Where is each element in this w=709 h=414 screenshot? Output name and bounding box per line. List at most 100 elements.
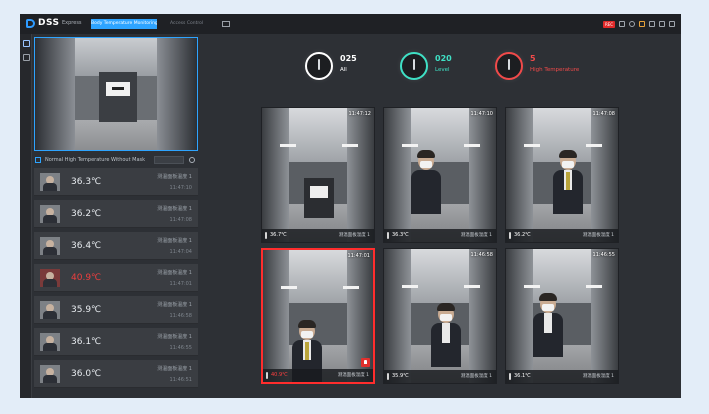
record-filter-bar: Normal High Temperature Without Mask	[33, 154, 199, 166]
thermometer-icon	[265, 232, 267, 239]
record-time: 11:47:10	[169, 185, 192, 191]
snapshot-time: 11:46:55	[592, 252, 615, 258]
maximize-icon[interactable]	[659, 21, 665, 27]
list-item[interactable]: 36.0℃ 测温面板温度 1 11:46:51	[34, 360, 198, 388]
record-device-name: 测温面板温度 1	[157, 206, 192, 212]
snapshot-time: 11:47:01	[347, 253, 370, 259]
minimize-icon[interactable]	[649, 21, 655, 27]
corridor-floor	[65, 120, 169, 150]
person-hair	[539, 293, 557, 301]
record-temperature: 36.2℃	[71, 209, 102, 219]
corridor-sign	[310, 186, 328, 198]
snapshot-device-name: 测温面板温度 1	[460, 233, 492, 238]
filter-checkbox[interactable]	[35, 157, 41, 163]
snapshot-footer: 36.2℃ 测温面板温度 1	[506, 229, 618, 242]
close-icon[interactable]	[669, 21, 675, 27]
ceiling-light	[342, 144, 358, 147]
snapshot-footer: 36.7℃ 测温面板温度 1	[262, 229, 374, 242]
record-temperature: 36.3℃	[71, 177, 102, 187]
live-preview[interactable]	[34, 37, 198, 151]
ceiling-light	[280, 144, 296, 147]
user-icon[interactable]	[619, 21, 625, 27]
thermometer-icon	[387, 373, 389, 380]
apps-grid-icon[interactable]	[222, 21, 230, 27]
camera-snapshot[interactable]: 11:47:10 36.3℃ 测温面板温度 1	[383, 107, 497, 243]
list-item[interactable]: 36.1℃ 测温面板温度 1 11:46:55	[34, 328, 198, 356]
thermometer-icon	[387, 232, 389, 239]
alarm-icon[interactable]	[361, 358, 370, 367]
snapshot-time: 11:46:58	[470, 252, 493, 258]
camera-snapshot[interactable]: 11:46:58 35.9℃ 测温面板温度 1	[383, 248, 497, 384]
app-logo: DSS Express	[26, 18, 86, 30]
thermometer-gauge-icon	[305, 52, 333, 80]
thermometer-icon	[509, 232, 511, 239]
snapshot-footer: 36.3℃ 测温面板温度 1	[384, 229, 496, 242]
tab-temperature-monitoring[interactable]: Body Temperature Monitoring	[91, 19, 157, 29]
thermometer-gauge-icon	[400, 52, 428, 80]
tab-access-control[interactable]: Access Control	[170, 19, 222, 29]
left-panel: Normal High Temperature Without Mask 36.…	[33, 34, 199, 398]
ceiling-light	[524, 144, 540, 147]
camera-snapshot[interactable]: 11:47:08 36.2℃ 测温面板温度 1	[505, 107, 619, 243]
recording-badge[interactable]: REC	[603, 20, 615, 28]
face-snapshot	[40, 173, 60, 191]
snapshot-device-name: 测温面板温度 1	[338, 233, 370, 238]
person-tie	[566, 172, 570, 190]
logo-icon	[26, 19, 35, 28]
record-device-name: 测温面板温度 1	[157, 366, 192, 372]
filter-label[interactable]: Normal High Temperature Without Mask	[45, 157, 145, 163]
stat-value: 025	[340, 54, 357, 63]
face-snapshot	[40, 237, 60, 255]
face-snapshot	[40, 269, 60, 287]
corridor-wall-left	[35, 38, 75, 150]
person-mask	[562, 161, 574, 168]
snapshot-wall-right	[347, 108, 374, 242]
title-bar-actions: REC	[603, 19, 675, 29]
person-mask	[440, 314, 452, 321]
person-mask	[542, 304, 554, 311]
record-device-name: 测温面板温度 1	[157, 270, 192, 276]
snapshot-wall-left	[384, 108, 411, 242]
filter-dropdown[interactable]	[154, 156, 184, 164]
snapshot-temperature: 36.1℃	[514, 373, 531, 379]
main-area: 025 All 020 Level 5 High Temperature 11:47:12…	[200, 34, 681, 398]
nav-records-icon[interactable]	[23, 54, 30, 61]
snapshot-wall-left	[263, 250, 290, 382]
snapshot-temperature: 36.7℃	[270, 232, 287, 238]
list-item[interactable]: 35.9℃ 测温面板温度 1 11:46:58	[34, 296, 198, 324]
camera-snapshot[interactable]: 11:47:12 36.7℃ 测温面板温度 1	[261, 107, 375, 243]
record-device-name: 测温面板温度 1	[157, 302, 192, 308]
snapshot-temperature: 36.2℃	[514, 232, 531, 238]
list-item[interactable]: 40.9℃ 测温面板温度 1 11:47:01	[34, 264, 198, 292]
snapshot-time: 11:47:12	[348, 111, 371, 117]
thermometer-gauge-icon	[495, 52, 523, 80]
stat-value: 5	[530, 54, 536, 63]
face-snapshot	[40, 301, 60, 319]
list-item[interactable]: 36.3℃ 测温面板温度 1 11:47:10	[34, 168, 198, 196]
camera-snapshot[interactable]: 11:47:01 40.9℃ 测温面板温度 1	[261, 248, 375, 384]
list-item[interactable]: 36.4℃ 测温面板温度 1 11:47:04	[34, 232, 198, 260]
person-hair	[437, 303, 455, 311]
record-time: 11:47:04	[169, 249, 192, 255]
ceiling-light	[343, 286, 359, 289]
camera-snapshot[interactable]: 11:46:55 36.1℃ 测温面板温度 1	[505, 248, 619, 384]
person-body	[411, 170, 441, 214]
stats-bar: 025 All 020 Level 5 High Temperature	[305, 52, 595, 84]
snapshot-time: 11:47:08	[592, 111, 615, 117]
filter-settings-icon[interactable]	[189, 157, 195, 163]
record-temperature: 35.9℃	[71, 305, 102, 315]
ceiling-light	[464, 144, 480, 147]
person-mask	[301, 331, 313, 338]
ceiling-light	[586, 144, 602, 147]
record-device-name: 测温面板温度 1	[157, 238, 192, 244]
settings-icon[interactable]	[629, 21, 635, 27]
list-item[interactable]: 36.2℃ 测温面板温度 1 11:47:08	[34, 200, 198, 228]
alarm-bell-icon[interactable]	[639, 21, 645, 27]
thermometer-icon	[266, 372, 268, 379]
nav-live-icon[interactable]	[23, 40, 30, 47]
snapshot-device-name: 测温面板温度 1	[582, 233, 614, 238]
snapshot-wall-left	[262, 108, 289, 242]
snapshot-wall-left	[506, 108, 533, 242]
left-nav	[20, 34, 32, 398]
snapshot-wall-left	[384, 249, 411, 383]
